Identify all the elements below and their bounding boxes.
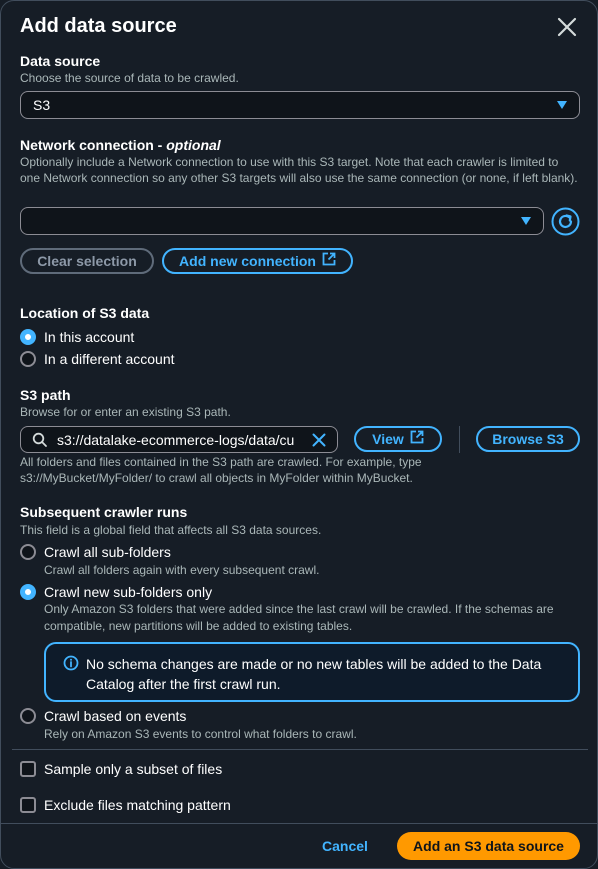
search-icon (32, 432, 48, 453)
radio-crawl-all-sub-folders[interactable] (20, 544, 36, 560)
checkbox-label-sample-subset: Sample only a subset of files (44, 761, 223, 777)
view-button-label: View (372, 431, 404, 447)
radio-crawl-new-sub-folders-only[interactable] (20, 584, 36, 600)
s3-path-label: S3 path (20, 387, 71, 403)
location-label: Location of S3 data (20, 305, 150, 321)
checkbox-exclude-pattern[interactable] (20, 797, 36, 813)
clear-selection-button[interactable]: Clear selection (20, 248, 154, 274)
radio-crawl-based-on-events[interactable] (20, 708, 36, 724)
data-source-description: Choose the source of data to be crawled. (20, 71, 239, 85)
s3-path-description: Browse for or enter an existing S3 path. (20, 405, 231, 419)
subsequent-crawler-runs-label: Subsequent crawler runs (20, 504, 188, 520)
browse-s3-button[interactable]: Browse S3 (476, 426, 580, 452)
radio-label-in-a-different-account: In a different account (44, 351, 175, 367)
data-source-select[interactable]: S3 (20, 91, 580, 119)
footer-divider (1, 823, 597, 824)
external-link-icon (410, 428, 424, 450)
radio-label-crawl-new-sub-folders-only: Crawl new sub-folders only (44, 584, 213, 600)
section-divider (12, 749, 588, 750)
modal-title: Add data source (20, 15, 177, 37)
s3-path-input[interactable] (57, 430, 301, 449)
close-icon[interactable] (554, 14, 580, 40)
radio-description-crawl-new-sub-folders-only: Only Amazon S3 folders that were added s… (44, 602, 554, 633)
network-connection-description: Optionally include a Network connection … (20, 155, 578, 185)
radio-label-crawl-based-on-events: Crawl based on events (44, 708, 187, 724)
refresh-icon[interactable] (551, 207, 580, 236)
radio-label-in-this-account: In this account (44, 329, 135, 345)
radio-in-this-account[interactable] (20, 329, 36, 345)
radio-description-crawl-all-sub-folders: Crawl all folders again with every subse… (44, 563, 320, 577)
subsequent-crawler-runs-description: This field is a global field that affect… (20, 523, 322, 537)
radio-in-a-different-account[interactable] (20, 351, 36, 367)
add-s3-data-source-button[interactable]: Add an S3 data source (397, 832, 580, 860)
clear-input-icon[interactable] (311, 432, 327, 453)
add-new-connection-button[interactable]: Add new connection (162, 248, 353, 274)
network-connection-label-text: Network connection - (20, 137, 167, 153)
view-button[interactable]: View (354, 426, 442, 452)
external-link-icon (322, 250, 336, 272)
checkbox-label-exclude-pattern: Exclude files matching pattern (44, 797, 231, 813)
radio-description-crawl-based-on-events: Rely on Amazon S3 events to control what… (44, 727, 357, 741)
info-alert-text: No schema changes are made or no new tab… (86, 656, 542, 692)
info-alert: No schema changes are made or no new tab… (44, 642, 580, 702)
s3-path-search-field (20, 426, 338, 453)
s3-path-hint: All folders and files contained in the S… (20, 455, 422, 485)
add-data-source-modal: Add data source Data source Choose the s… (0, 0, 598, 869)
radio-label-crawl-all-sub-folders: Crawl all sub-folders (44, 544, 171, 560)
data-source-label: Data source (20, 53, 101, 69)
caret-down-icon (557, 101, 567, 109)
caret-down-icon (521, 217, 531, 225)
button-divider (459, 426, 460, 453)
checkbox-sample-subset[interactable] (20, 761, 36, 777)
data-source-selected-value: S3 (33, 97, 51, 113)
network-connection-select[interactable] (20, 207, 544, 235)
network-connection-label: Network connection - optional (20, 137, 221, 153)
optional-tag: optional (166, 137, 221, 153)
info-icon (63, 655, 79, 676)
cancel-button[interactable]: Cancel (311, 832, 379, 860)
add-new-connection-label: Add new connection (179, 253, 316, 269)
